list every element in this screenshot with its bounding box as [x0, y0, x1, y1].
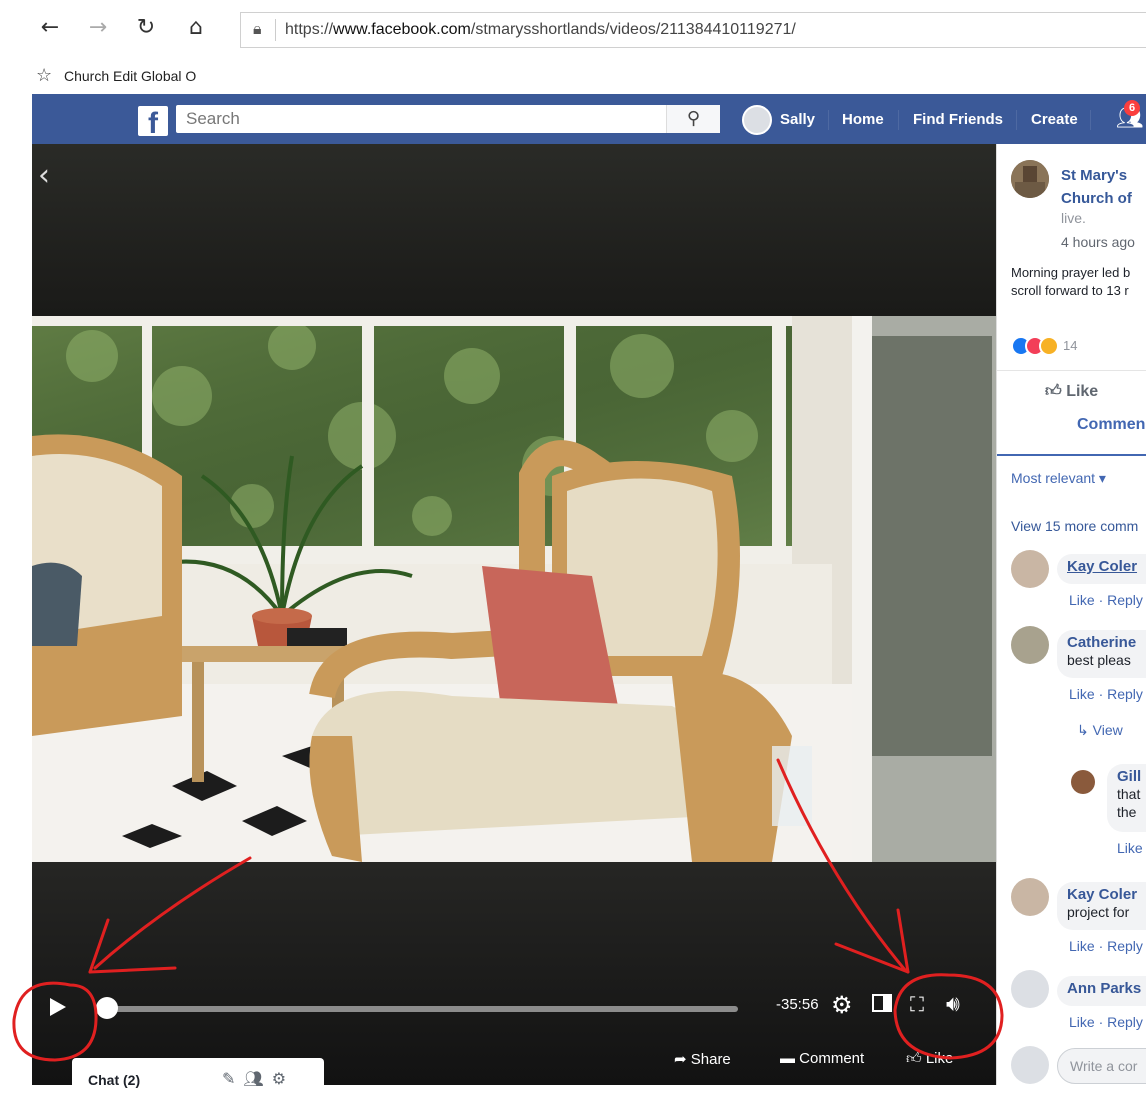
comment-actions[interactable]: Like: [1117, 840, 1143, 856]
comment-bubble: Kay Coler: [1057, 554, 1146, 584]
nav-divider: [1016, 110, 1017, 130]
lock-icon: 🔒︎: [253, 19, 262, 38]
commenter-avatar[interactable]: [1011, 878, 1049, 916]
browser-toolbar: ← → ↻ ⌂ 🔒︎ https://www.facebook.com/stma…: [0, 0, 1146, 60]
current-user-avatar: [1011, 1046, 1049, 1084]
church-photo-icon: [1011, 160, 1049, 198]
search-box[interactable]: Search ⚲: [176, 105, 720, 133]
profile-link[interactable]: Sally: [780, 111, 815, 128]
address-bar[interactable]: 🔒︎ https://www.facebook.com/stmarysshort…: [240, 12, 1146, 48]
nav-divider: [898, 110, 899, 130]
comment-text: the: [1117, 804, 1137, 820]
play-icon[interactable]: [46, 996, 68, 1018]
share-button[interactable]: ➦ Share: [674, 1050, 731, 1068]
commenter-avatar[interactable]: [1011, 550, 1049, 588]
page-avatar[interactable]: [1011, 160, 1049, 198]
commenter-name[interactable]: Gill: [1117, 768, 1146, 785]
comment-actions[interactable]: Like · Reply: [1069, 938, 1143, 954]
comment-text: that: [1117, 786, 1141, 802]
url-text[interactable]: https://www.facebook.com/stmarysshortlan…: [285, 21, 796, 39]
view-replies-link[interactable]: ↳ View: [1077, 722, 1123, 739]
refresh-icon[interactable]: ↻: [132, 14, 160, 42]
pip-inner-panel: [883, 994, 892, 1012]
home-link[interactable]: Home: [842, 111, 884, 128]
commenter-avatar[interactable]: [1011, 970, 1049, 1008]
commenter-avatar[interactable]: [1071, 770, 1095, 794]
favorite-item[interactable]: Church Edit Global O: [64, 68, 196, 84]
fullscreen-icon[interactable]: ⛶: [910, 992, 924, 1016]
chat-label: Chat (2): [88, 1072, 141, 1088]
comment-actions[interactable]: Like · Reply: [1069, 1014, 1143, 1030]
commenter-avatar[interactable]: [1011, 626, 1049, 664]
like-post-button[interactable]: 👍︎ Like: [1045, 382, 1098, 401]
comment-label: Comment: [799, 1050, 865, 1067]
comment-actions[interactable]: Like · Reply: [1069, 592, 1143, 608]
post-status: live.: [1061, 210, 1086, 226]
settings-gear-icon[interactable]: ⚙: [831, 991, 853, 1019]
comment-bubble: Catherine best pleas: [1057, 630, 1146, 678]
chat-tab[interactable]: Chat (2) ✎👥︎⚙: [72, 1058, 324, 1098]
search-icon[interactable]: ⚲: [666, 105, 720, 133]
view-more-comments-link[interactable]: View 15 more comm: [1011, 518, 1138, 534]
nav-divider: [828, 110, 829, 130]
find-friends-link[interactable]: Find Friends: [913, 111, 1003, 128]
post-timestamp[interactable]: 4 hours ago: [1061, 234, 1135, 250]
facebook-header: f Search ⚲ Sally Home Find Friends Creat…: [32, 94, 1146, 144]
forward-arrow-icon[interactable]: →: [84, 14, 112, 42]
divider: [997, 370, 1146, 371]
favorites-bar: ☆ Church Edit Global O: [0, 60, 1146, 94]
volume-icon[interactable]: 🔊︎: [946, 992, 960, 1017]
nav-divider: [1090, 110, 1091, 130]
active-tab-indicator: [997, 454, 1146, 456]
progress-scrubber[interactable]: [96, 997, 118, 1019]
home-icon[interactable]: ⌂: [182, 14, 210, 42]
comment-bubble: Ann Parks: [1057, 976, 1146, 1006]
comment-text: best pleas: [1067, 652, 1131, 668]
share-label: Share: [690, 1051, 731, 1068]
video-frame: [32, 316, 996, 862]
write-comment-input[interactable]: Write a cor: [1057, 1048, 1146, 1084]
thumbs-up-icon: 👍︎: [1045, 383, 1062, 400]
video-top-letterbox: [32, 144, 996, 316]
comment-text: project for: [1067, 904, 1130, 920]
comment-bubble: Gill that the: [1107, 764, 1146, 832]
comment-button[interactable]: ▬ Comment: [780, 1050, 864, 1067]
video-player[interactable]: ‹ -35:56 ⚙ ⛶ 🔊︎ ➦ Share ▬ Comment 👍︎ Lik…: [32, 144, 996, 1098]
back-arrow-icon[interactable]: ←: [36, 14, 64, 42]
post-description-line-2: scroll forward to 13 r: [1011, 283, 1129, 298]
page-name[interactable]: St Mary's Church of: [1061, 164, 1132, 210]
progress-bar[interactable]: [108, 1006, 738, 1012]
time-remaining: -35:56: [776, 996, 819, 1013]
post-sidebar: St Mary's Church of live. 4 hours ago Mor…: [996, 144, 1146, 1085]
star-icon[interactable]: ☆: [36, 65, 52, 86]
address-separator: [275, 19, 276, 41]
conservatory-scene-image: [32, 316, 996, 862]
post-description-line-1: Morning prayer led b: [1011, 265, 1131, 280]
comment-post-button[interactable]: Commen: [1077, 416, 1145, 434]
like-label: Like: [925, 1050, 954, 1067]
commenter-name[interactable]: Catherine: [1067, 634, 1146, 651]
reaction-count: 14: [1063, 338, 1078, 353]
chat-tools-icons[interactable]: ✎👥︎⚙: [222, 1069, 294, 1088]
chevron-left-icon[interactable]: ‹: [38, 158, 50, 193]
comment-actions[interactable]: Like · Reply: [1069, 686, 1143, 702]
like-button[interactable]: 👍︎ Like: [906, 1050, 953, 1068]
commenter-name[interactable]: Kay Coler: [1067, 558, 1137, 575]
friend-requests-badge: 6: [1124, 100, 1140, 116]
commenter-name[interactable]: Kay Coler: [1067, 886, 1146, 903]
wow-reaction-icon: [1039, 336, 1059, 356]
user-avatar[interactable]: [742, 105, 772, 135]
write-comment-placeholder: Write a cor: [1070, 1058, 1138, 1074]
picture-in-picture-icon[interactable]: [872, 994, 892, 1012]
commenter-name[interactable]: Ann Parks: [1067, 980, 1141, 997]
comment-bubble: Kay Coler project for: [1057, 882, 1146, 930]
facebook-logo-icon[interactable]: f: [138, 106, 168, 136]
search-input[interactable]: Search: [186, 109, 240, 129]
create-link[interactable]: Create: [1031, 111, 1078, 128]
sort-comments-dropdown[interactable]: Most relevant ▾: [1011, 470, 1106, 487]
